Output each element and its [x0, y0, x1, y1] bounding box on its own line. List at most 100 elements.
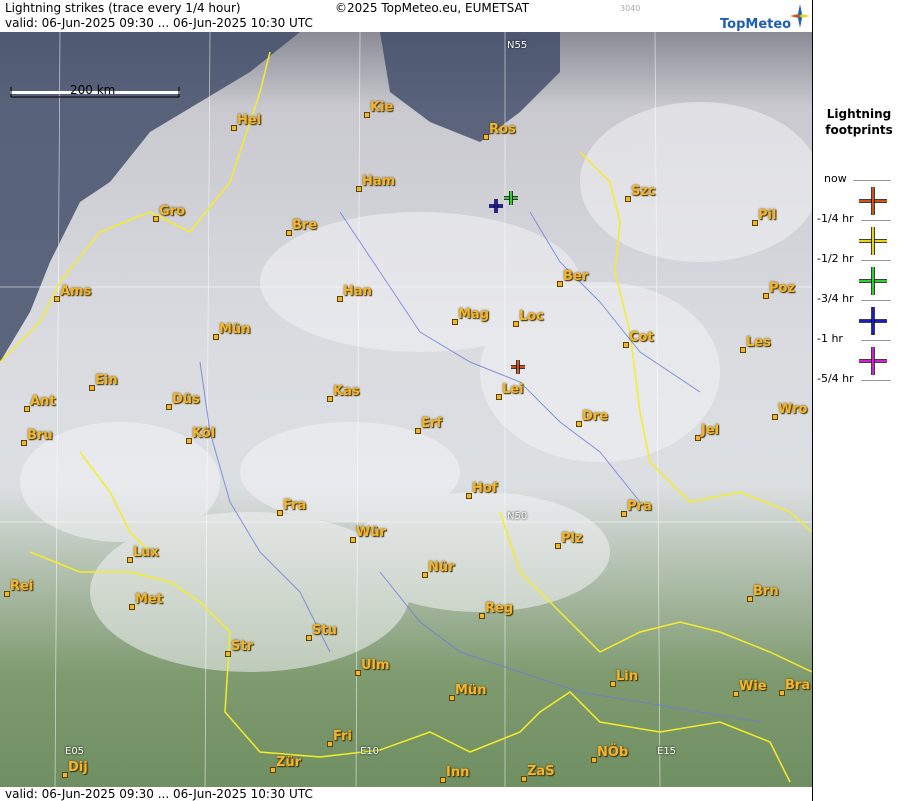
city-label: Mag: [458, 307, 490, 322]
grid-label: N55: [507, 40, 528, 51]
legend-cross: [859, 227, 887, 255]
baltic-sea: [380, 32, 560, 142]
map-title: Lightning strikes (trace every 1/4 hour): [5, 1, 241, 15]
logo-text: TopMeteo: [720, 17, 792, 32]
legend-rule: [861, 300, 891, 301]
city-label: Met: [135, 592, 163, 607]
legend-rule: [861, 380, 891, 381]
city-label: Düs: [172, 392, 200, 407]
city-label: Mün: [219, 322, 251, 337]
city-label: Bre: [292, 218, 318, 233]
city-label: Köl: [192, 426, 216, 441]
city-label: Lin: [616, 669, 638, 684]
header-bar: Lightning strikes (trace every 1/4 hour)…: [0, 0, 812, 32]
city-label: Fri: [333, 729, 352, 744]
legend-rule: [861, 220, 891, 221]
grid-label: E05: [65, 746, 85, 757]
city-label: Kie: [370, 100, 394, 115]
city-label: Hof: [472, 481, 498, 496]
grid-label: E15: [657, 746, 677, 757]
city-label: Dij: [68, 760, 88, 775]
legend-cross-icon: [859, 267, 887, 295]
city-label: Han: [343, 284, 372, 299]
legend-rule: [853, 180, 891, 181]
city-label: Wür: [356, 525, 387, 540]
city-label: Ber: [563, 269, 589, 284]
city-label: Dre: [582, 409, 609, 424]
city-label: Ein: [95, 373, 118, 388]
legend-title: Lightning footprints: [813, 106, 904, 138]
legend-cross: [859, 267, 887, 295]
satellite-map[interactable]: 200 km Hel Kie Ros Ham Szc Gro Bre Pil Ber Ams Han…: [0, 32, 812, 787]
city-label: Brn: [753, 584, 779, 599]
legend-title-line1: Lightning: [826, 107, 892, 121]
city-label: Cot: [629, 330, 654, 345]
city-label: Mün: [455, 683, 487, 698]
lightning-strike-marker: [489, 199, 503, 213]
city-label: Stu: [312, 623, 337, 638]
city-label: Bra: [785, 678, 811, 693]
legend-cross: [859, 307, 887, 335]
legend-label: -1/4 hr: [817, 212, 854, 225]
city-label: Szc: [631, 184, 656, 199]
legend-cross-icon: [859, 347, 887, 375]
legend-cross: [859, 187, 887, 215]
legend-label: now: [824, 172, 847, 185]
city-label: Kas: [333, 384, 360, 399]
city-label: NÖb: [597, 745, 629, 760]
city-label: Wro: [778, 402, 808, 417]
legend-cross-icon: [859, 227, 887, 255]
legend-label: -5/4 hr: [817, 372, 854, 385]
city-label: Erf: [421, 416, 442, 431]
scale-bar: 200 km: [10, 83, 180, 99]
city-label: Zür: [276, 755, 302, 770]
footer-bar: valid: 06-Jun-2025 09:30 ... 06-Jun-2025…: [0, 787, 812, 801]
legend-rule: [861, 260, 891, 261]
city-label: Poz: [769, 281, 796, 296]
valid-time-bottom: valid: 06-Jun-2025 09:30 ... 06-Jun-2025…: [5, 787, 313, 801]
city-label: Lux: [133, 545, 159, 560]
legend-label: -1/2 hr: [817, 252, 854, 265]
city-label: Inn: [446, 765, 470, 780]
city-label: Ulm: [361, 658, 390, 673]
lightning-strike-marker: [504, 191, 518, 205]
city-label: Lei: [502, 382, 524, 397]
compass-star-icon: [790, 4, 810, 28]
legend-cross-icon: [859, 187, 887, 215]
scale-label: 200 km: [70, 83, 116, 97]
city-label: ZaS: [527, 764, 555, 779]
legend-label: -1 hr: [817, 332, 843, 345]
city-label: Str: [231, 639, 253, 654]
city-label: Hel: [237, 113, 262, 128]
legend-cross: [859, 347, 887, 375]
city-label: Pil: [758, 208, 777, 223]
city-label: Ams: [60, 284, 92, 299]
city-label: Reg: [485, 601, 514, 616]
city-label: Loc: [519, 309, 544, 324]
city-label: Ham: [362, 174, 396, 189]
topmeteo-logo[interactable]: TopMeteo: [720, 2, 810, 32]
valid-time-top: valid: 06-Jun-2025 09:30 ... 06-Jun-2025…: [5, 16, 313, 30]
city-label: Jel: [701, 423, 720, 438]
legend-title-line2: footprints: [825, 123, 893, 137]
city-label: Ros: [489, 122, 516, 137]
grid-label: E10: [360, 746, 380, 757]
map-code: 3040: [620, 4, 641, 13]
copyright: ©2025 TopMeteo.eu, EUMETSAT: [335, 1, 530, 15]
city-label: Fra: [283, 498, 307, 513]
city-label: Les: [746, 335, 771, 350]
legend-label: -3/4 hr: [817, 292, 854, 305]
legend-rule: [861, 340, 891, 341]
grid-label: N50: [507, 511, 528, 522]
lightning-legend: Lightning footprints now -1/4 hr -1/2 hr -3…: [812, 0, 904, 801]
city-label: Bru: [27, 428, 53, 443]
city-label: Nür: [428, 560, 455, 575]
city-label: Pra: [627, 499, 652, 514]
city-label: Rei: [10, 579, 34, 594]
city-label: Ant: [30, 394, 56, 409]
city-label: Plz: [561, 531, 583, 546]
city-label: Gro: [159, 204, 186, 219]
map-overlay: [0, 32, 812, 787]
city-label: Wie: [739, 679, 767, 694]
legend-cross-icon: [859, 307, 887, 335]
